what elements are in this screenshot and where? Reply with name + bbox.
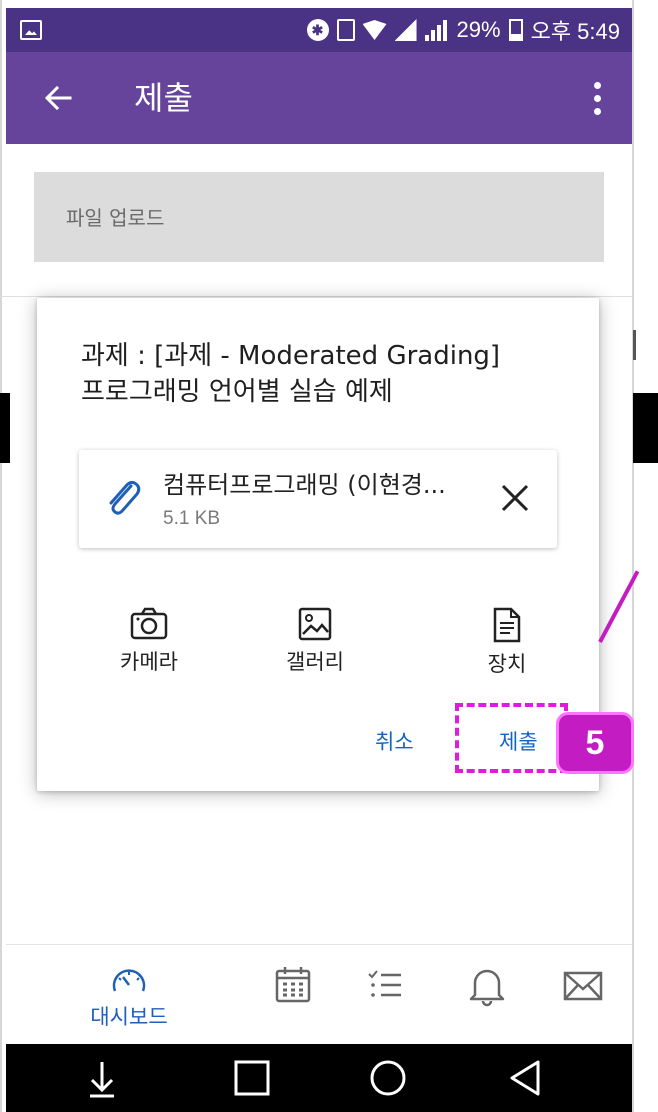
- recent-apps-icon[interactable]: [230, 1056, 274, 1100]
- paperclip-icon: [109, 480, 141, 515]
- vibrate-icon: [336, 19, 355, 41]
- background-tick: [633, 330, 636, 360]
- status-bar: ✱ 29% 오후 5:49: [6, 8, 632, 52]
- nav-dashboard-label: 대시보드: [90, 1005, 168, 1029]
- app-bar: 제출: [6, 52, 632, 144]
- screen-margin-right: [633, 0, 658, 1112]
- bell-icon: [469, 969, 505, 1007]
- gallery-label: 갤러리: [286, 650, 344, 674]
- step-badge: 5: [556, 712, 634, 774]
- mail-icon: [563, 971, 603, 1001]
- background-bar-left: [0, 393, 10, 463]
- assignment-title: 과제 : [과제 - Moderated Grading]: [81, 341, 501, 371]
- notification-pull-down-icon[interactable]: [80, 1056, 124, 1100]
- device-button[interactable]: 장치: [447, 606, 567, 686]
- more-options-button[interactable]: [582, 76, 612, 120]
- assignment-subtitle: 프로그래밍 언어별 실습 예제: [81, 377, 393, 407]
- screen-edge-right: [632, 0, 634, 1112]
- gallery-button[interactable]: 갤러리: [255, 606, 375, 686]
- image-icon: [298, 607, 332, 641]
- wifi-icon: [362, 20, 387, 40]
- dialog-title: 과제 : [과제 - Moderated Grading] 프로그래밍 언어별 …: [81, 338, 561, 410]
- file-name: 컴퓨터프로그래밍 (이현경...: [163, 471, 446, 499]
- camera-icon: [130, 607, 168, 640]
- nav-dashboard[interactable]: 대시보드: [74, 965, 184, 1035]
- nfc-icon: [394, 19, 417, 41]
- bottom-navigation: 대시보드: [6, 944, 632, 1044]
- file-upload-label: 파일 업로드: [66, 206, 165, 230]
- attached-file-card: 컴퓨터프로그래밍 (이현경... 5.1 KB: [79, 450, 557, 548]
- camera-button[interactable]: 카메라: [89, 606, 209, 686]
- battery-percent: 29%: [456, 17, 501, 42]
- nav-notifications[interactable]: [462, 965, 512, 1035]
- more-vert-icon: [593, 81, 601, 89]
- battery-icon: [508, 19, 523, 41]
- back-button[interactable]: [38, 78, 78, 118]
- status-icons: ✱ 29% 오후 5:49: [306, 14, 620, 46]
- bluetooth-icon: ✱: [306, 19, 329, 41]
- background-bar-right: [633, 393, 658, 463]
- page-title: 제출: [134, 79, 193, 117]
- cancel-button[interactable]: 취소: [375, 726, 414, 756]
- calendar-icon: [275, 967, 311, 1003]
- file-upload-field[interactable]: 파일 업로드: [34, 172, 604, 262]
- highlight-box: [455, 703, 568, 773]
- home-icon[interactable]: [366, 1056, 410, 1100]
- nav-todo[interactable]: [360, 965, 410, 1035]
- camera-label: 카메라: [120, 650, 178, 674]
- file-size: 5.1 KB: [163, 508, 221, 529]
- nav-inbox[interactable]: [558, 965, 608, 1035]
- remove-file-button[interactable]: [495, 478, 535, 518]
- signal-icon: [424, 19, 449, 41]
- document-icon: [493, 607, 521, 643]
- back-triangle-icon[interactable]: [504, 1056, 548, 1100]
- system-navigation-bar: [6, 1044, 632, 1112]
- screen-edge-left: [0, 0, 2, 1112]
- screenshot-notification-icon: [20, 20, 42, 40]
- nav-calendar[interactable]: [268, 965, 318, 1035]
- dashboard-gauge-icon: [112, 969, 146, 992]
- checklist-icon: [368, 970, 401, 997]
- divider: [0, 296, 633, 297]
- clock: 오후 5:49: [530, 19, 620, 44]
- device-label: 장치: [487, 652, 527, 676]
- arrow-left-icon: [44, 85, 72, 111]
